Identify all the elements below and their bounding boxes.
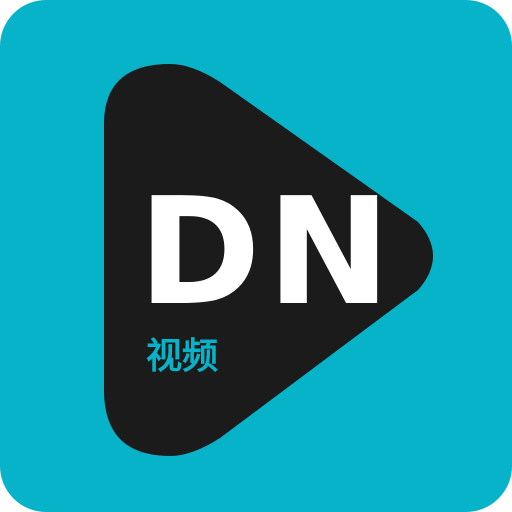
app-icon[interactable]: DN 视频 — [0, 0, 512, 512]
logo-text: DN — [138, 166, 397, 338]
logo-subtext: 视频 — [146, 336, 219, 377]
